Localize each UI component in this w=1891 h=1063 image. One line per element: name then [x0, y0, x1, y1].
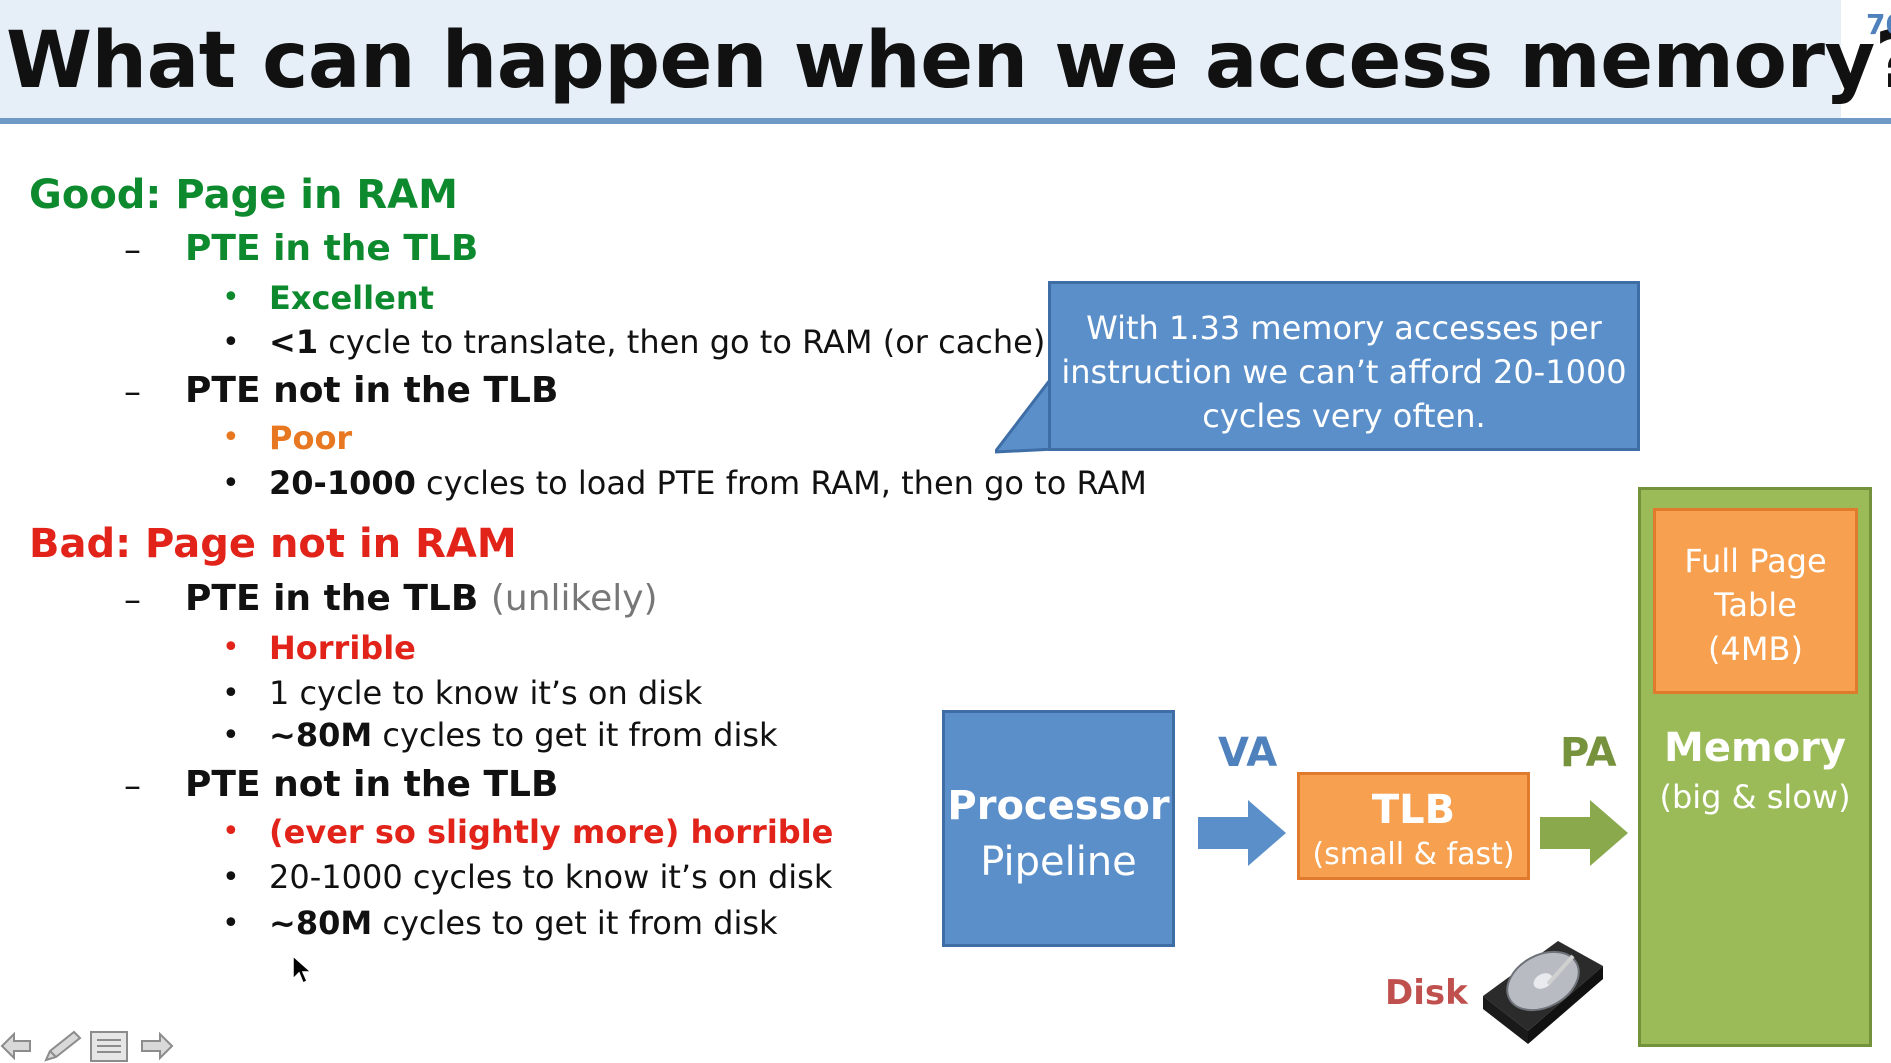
processor-label: Processor: [947, 783, 1170, 829]
tlb-box: TLB (small & fast): [1297, 772, 1530, 880]
bad-tlb-hit-detail1: 1 cycle to know it’s on disk: [269, 674, 703, 712]
bullet: •: [222, 860, 240, 895]
callout-line1: With 1.33 memory accesses per: [1086, 309, 1602, 347]
dash-bullet: –: [124, 372, 141, 412]
callout-line2: instruction we can’t afford 20-1000: [1061, 353, 1627, 391]
back-arrow-icon[interactable]: [0, 1030, 32, 1063]
bullet: •: [222, 630, 240, 665]
full-page-table-box: Full Page Table (4MB): [1653, 508, 1858, 694]
pen-icon[interactable]: [42, 1030, 82, 1063]
bad-tlb-miss-label: PTE not in the TLB: [185, 764, 559, 805]
bullet: •: [222, 280, 240, 315]
good-tlb-hit-verdict: Excellent: [269, 279, 434, 317]
memory-label: Memory: [1664, 725, 1846, 771]
bullet: •: [222, 466, 240, 501]
bad-tlb-hit-verdict: Horrible: [269, 629, 416, 667]
mouse-cursor-icon: [292, 955, 312, 985]
tlb-sublabel: (small & fast): [1312, 837, 1515, 872]
slide-number: 70: [1866, 8, 1891, 41]
dash-bullet: –: [124, 580, 141, 620]
bad-tlb-hit-note: (unlikely): [490, 578, 658, 619]
bullet: •: [222, 676, 240, 711]
bullet: •: [222, 718, 240, 753]
forward-arrow-icon[interactable]: [138, 1030, 174, 1063]
bad-tlb-miss-detail2: ~80M cycles to get it from disk: [269, 904, 778, 942]
bullet: •: [222, 814, 240, 849]
good-tlb-miss-detail: 20-1000 cycles to load PTE from RAM, the…: [269, 464, 1147, 502]
good-heading: Good: Page in RAM: [29, 172, 458, 218]
slide-title: What can happen when we access memory?: [6, 16, 1891, 106]
hard-disk-icon: [1483, 941, 1603, 1044]
pipeline-label: Pipeline: [980, 839, 1137, 885]
good-tlb-hit-label: PTE in the TLB: [185, 228, 479, 269]
bullet: •: [222, 906, 240, 941]
page-table-line1: Full Page: [1684, 542, 1827, 580]
title-divider: [0, 118, 1891, 124]
memory-sublabel: (big & slow): [1659, 778, 1851, 816]
good-tlb-miss-verdict: Poor: [269, 419, 353, 457]
callout-line3: cycles very often.: [1202, 397, 1486, 435]
page-table-line2: Table: [1714, 586, 1797, 624]
dash-bullet: –: [124, 766, 141, 806]
menu-icon[interactable]: [89, 1030, 129, 1063]
tlb-label: TLB: [1371, 787, 1456, 833]
bad-tlb-miss-verdict: (ever so slightly more) horrible: [269, 813, 834, 851]
dash-bullet: –: [124, 230, 141, 270]
bullet: •: [222, 420, 240, 455]
bad-tlb-hit-label: PTE in the TLB (unlikely): [185, 578, 658, 619]
bullet: •: [222, 325, 240, 360]
good-tlb-hit-detail: <1 cycle to translate, then go to RAM (o…: [269, 323, 1046, 361]
va-arrow-icon: [1198, 800, 1286, 866]
disk-label: Disk: [1385, 973, 1468, 1013]
callout-box: With 1.33 memory accesses per instructio…: [1048, 281, 1640, 451]
good-tlb-miss-label: PTE not in the TLB: [185, 370, 559, 411]
processor-pipeline-box: Processor Pipeline: [942, 710, 1175, 947]
pa-label: PA: [1560, 730, 1617, 776]
bad-tlb-hit-detail2: ~80M cycles to get it from disk: [269, 716, 778, 754]
va-label: VA: [1218, 730, 1278, 776]
bad-heading: Bad: Page not in RAM: [29, 521, 517, 567]
pa-arrow-icon: [1540, 800, 1628, 866]
page-table-line3: (4MB): [1708, 630, 1803, 668]
bad-tlb-miss-detail1: 20-1000 cycles to know it’s on disk: [269, 858, 833, 896]
